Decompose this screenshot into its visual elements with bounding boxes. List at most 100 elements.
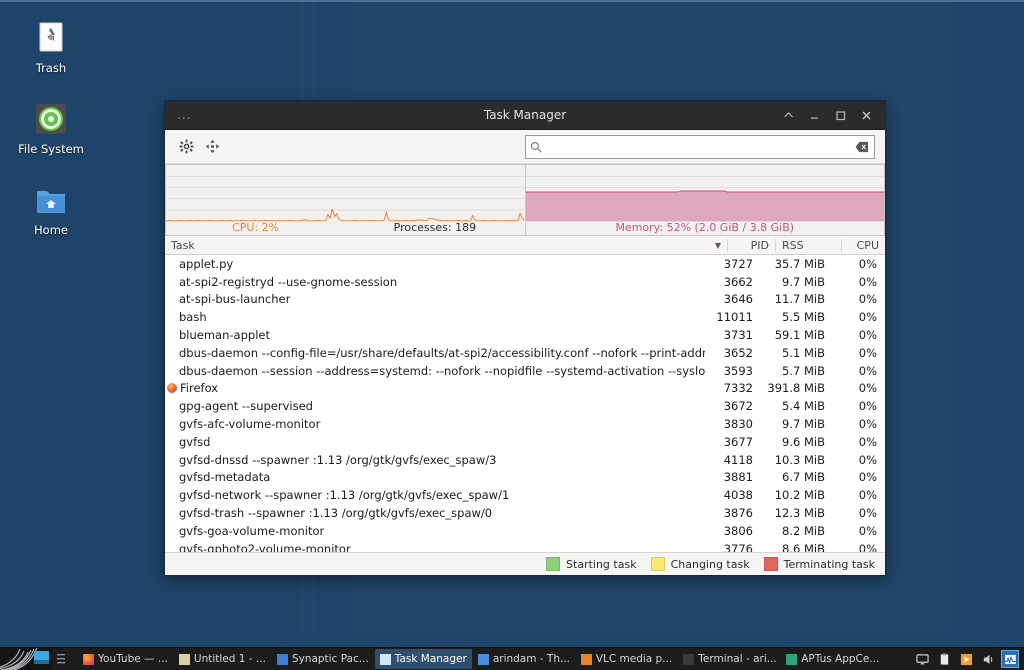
window-titlebar[interactable]: ... Task Manager [165,101,885,130]
taskbar-button[interactable]: YouTube — ... [78,649,173,669]
table-header-row[interactable]: Task ▼ PID RSS CPU [165,236,885,255]
table-row[interactable]: applet.py372735.7 MiB0% [165,255,885,273]
system-monitor-icon[interactable] [1002,651,1018,667]
cell-task: dbus-daemon --config-file=/usr/share/def… [165,346,705,360]
volume-icon[interactable] [980,651,996,667]
legend-label: Terminating task [784,558,875,571]
table-row[interactable]: blueman-applet373159.1 MiB0% [165,326,885,344]
firefox-icon [167,383,177,393]
status-bar: Starting taskChanging taskTerminating ta… [165,552,885,575]
legend-swatch [546,557,560,571]
update-icon[interactable] [958,651,974,667]
display-icon[interactable] [914,651,930,667]
applications-menu-button[interactable] [0,648,52,670]
taskbar-button[interactable]: APTus AppCe... [781,649,883,669]
toolbar[interactable] [165,130,885,164]
desktop-icon-label: File System [3,143,99,156]
clipboard-icon[interactable] [936,651,952,667]
desktop-icon-label: Trash [3,62,99,75]
taskbar-button[interactable]: Terminal - ari... [678,649,780,669]
minimize-button[interactable] [801,104,827,126]
task-manager-window[interactable]: ... Task Manager [164,100,886,576]
table-row[interactable]: gvfs-goa-volume-monitor38068.2 MiB0% [165,522,885,540]
table-row[interactable]: gpg-agent --supervised36725.4 MiB0% [165,397,885,415]
home-folder-icon [31,180,71,220]
cell-task: dbus-daemon --session --address=systemd:… [165,364,705,378]
system-tray[interactable] [911,651,1024,667]
taskbar-button-label: YouTube — ... [98,653,168,665]
search-box[interactable] [525,135,875,159]
cell-task: blueman-applet [165,328,705,342]
cell-pid: 3593 [705,364,759,378]
cell-rss: 5.4 MiB [759,399,833,413]
desktop-icon-file-system[interactable]: File System [3,99,99,156]
table-row[interactable]: at-spi2-registryd --use-gnome-session366… [165,273,885,291]
cpu-label: CPU: 2% [166,221,345,234]
cell-task-label: blueman-applet [179,328,270,342]
desktop[interactable]: Trash File System Home ... Task Manager [0,0,1024,670]
taskbar[interactable]: YouTube — ... Untitled 1 - ... Synaptic Pa… [0,647,1024,670]
taskbar-button-label: Synaptic Pac... [292,653,369,665]
window-list-button[interactable] [54,650,76,668]
cell-task: gvfs-afc-volume-monitor [165,417,705,431]
table-row[interactable]: gvfs-afc-volume-monitor38309.7 MiB0% [165,415,885,433]
close-button[interactable] [853,104,879,126]
cell-task: gpg-agent --supervised [165,399,705,413]
maximize-button[interactable] [827,104,853,126]
taskbar-button[interactable]: Synaptic Pac... [272,649,374,669]
table-row[interactable]: gvfsd-network --spawner :1.13 /org/gtk/g… [165,486,885,504]
cell-task-label: Firefox [180,381,218,395]
table-row[interactable]: gvfsd36779.6 MiB0% [165,433,885,451]
cell-task-label: applet.py [179,257,233,271]
legend-label: Starting task [566,558,637,571]
cell-cpu: 0% [833,275,885,289]
taskbar-button-label: Untitled 1 - ... [194,653,266,665]
cpu-graph-pane[interactable]: CPU: 2% Processes: 189 [165,164,525,236]
table-row[interactable]: gvfsd-metadata38816.7 MiB0% [165,469,885,487]
desktop-icon-home[interactable]: Home [3,180,99,237]
memory-graph-pane[interactable]: Memory: 52% (2.0 GiB / 3.8 GiB) [525,164,886,236]
cell-rss: 59.1 MiB [759,328,833,342]
aptus-icon [786,654,797,665]
gear-icon[interactable] [175,136,197,158]
table-row[interactable]: dbus-daemon --config-file=/usr/share/def… [165,344,885,362]
cell-pid: 4038 [705,488,759,502]
taskbar-button[interactable]: Untitled 1 - ... [174,649,271,669]
taskbar-task-list[interactable]: YouTube — ... Untitled 1 - ... Synaptic Pa… [78,649,884,669]
table-row[interactable]: gvfsd-dnssd --spawner :1.13 /org/gtk/gvf… [165,451,885,469]
cell-rss: 8.2 MiB [759,524,833,538]
search-input[interactable] [542,137,854,157]
column-header-pid[interactable]: PID [727,239,775,252]
desktop-icon-trash[interactable]: Trash [3,18,99,75]
column-header-cpu[interactable]: CPU [841,239,885,252]
table-row[interactable]: bash110115.5 MiB0% [165,308,885,326]
window-menu-button[interactable]: ... [165,108,203,122]
table-row[interactable]: gvfsd-trash --spawner :1.13 /org/gtk/gvf… [165,504,885,522]
move-arrows-icon[interactable] [201,136,223,158]
table-row[interactable]: Firefox7332391.8 MiB0% [165,380,885,398]
process-table[interactable]: Task ▼ PID RSS CPU applet.py372735.7 MiB… [165,236,885,552]
cell-cpu: 0% [833,364,885,378]
taskbar-button[interactable]: arindam - Th... [473,649,575,669]
legend-swatch [651,557,665,571]
column-header-rss[interactable]: RSS [775,239,841,252]
window-buttons[interactable] [775,104,885,126]
taskbar-button[interactable]: Task Manager [375,649,472,669]
column-header-task[interactable]: Task ▼ [165,239,727,252]
cell-task: gvfs-gphoto2-volume-monitor [165,542,705,552]
table-row[interactable]: gvfs-gphoto2-volume-monitor37768.6 MiB0% [165,540,885,552]
shade-button[interactable] [775,104,801,126]
clear-icon[interactable] [854,139,870,155]
terminal-icon [683,654,694,665]
table-row[interactable]: dbus-daemon --session --address=systemd:… [165,362,885,380]
taskbar-button[interactable]: VLC media p... [576,649,677,669]
taskbar-button-label: Task Manager [395,653,467,665]
cell-pid: 3646 [705,292,759,306]
table-row[interactable]: at-spi-bus-launcher364611.7 MiB0% [165,291,885,309]
file-system-icon [31,99,71,139]
table-body[interactable]: applet.py372735.7 MiB0%at-spi2-registryd… [165,255,885,552]
cell-pid: 3830 [705,417,759,431]
cell-rss: 9.7 MiB [759,417,833,431]
cell-cpu: 0% [833,310,885,324]
document-icon [179,654,190,665]
